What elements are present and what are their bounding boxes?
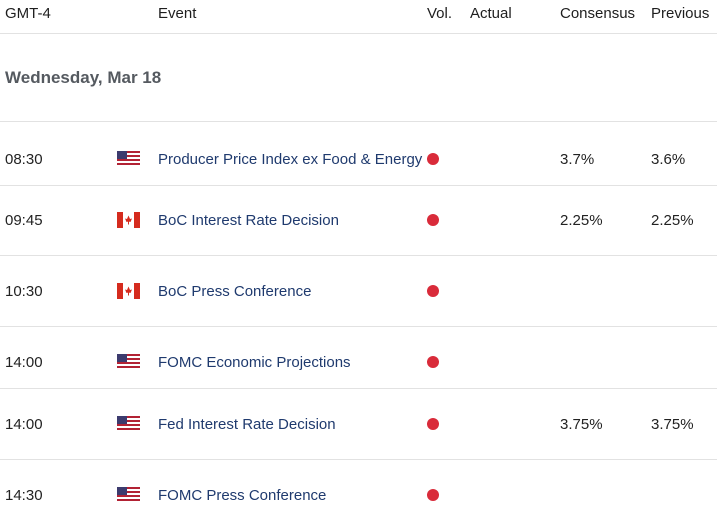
row-time: 08:30 [5,151,43,168]
row-time: 10:30 [5,283,43,300]
us-flag-icon [117,151,140,167]
high-volatility-indicator [427,214,439,226]
divider [0,326,717,327]
row-time: 09:45 [5,212,43,229]
event-link[interactable]: Fed Interest Rate Decision [158,416,424,433]
previous-column-header: Previous [651,5,710,22]
event-link[interactable]: FOMC Press Conference [158,487,424,504]
consensus-value: 2.25% [560,212,603,229]
high-volatility-indicator [427,418,439,430]
divider [0,121,717,122]
ca-flag-icon [117,212,140,228]
us-flag-icon [117,487,140,503]
consensus-column-header: Consensus [560,5,636,22]
divider [0,185,717,186]
divider [0,255,717,256]
row-time: 14:30 [5,487,43,504]
event-link[interactable]: BoC Press Conference [158,283,424,300]
high-volatility-indicator [427,489,439,501]
divider [0,459,717,460]
event-link[interactable]: Producer Price Index ex Food & Energy [158,151,424,168]
previous-value: 2.25% [651,212,694,229]
us-flag-icon [117,416,140,432]
high-volatility-indicator [427,153,439,165]
actual-column-header: Actual [470,5,512,22]
event-column-header: Event [158,5,197,22]
event-link[interactable]: FOMC Economic Projections [158,354,424,371]
divider [0,388,717,389]
ca-flag-icon [117,283,140,299]
vol-column-header: Vol. [427,5,453,22]
day-label: Wednesday, Mar 18 [5,68,162,87]
consensus-value: 3.7% [560,151,595,168]
header-divider [0,33,717,34]
consensus-value: 3.75% [560,416,603,433]
row-time: 14:00 [5,354,43,371]
row-time: 14:00 [5,416,43,433]
us-flag-icon [117,354,140,370]
previous-value: 3.75% [651,416,694,433]
event-link[interactable]: BoC Interest Rate Decision [158,212,424,229]
high-volatility-indicator [427,356,439,368]
high-volatility-indicator [427,285,439,297]
previous-value: 3.6% [651,151,686,168]
timezone-header[interactable]: GMT-4 [5,5,51,22]
